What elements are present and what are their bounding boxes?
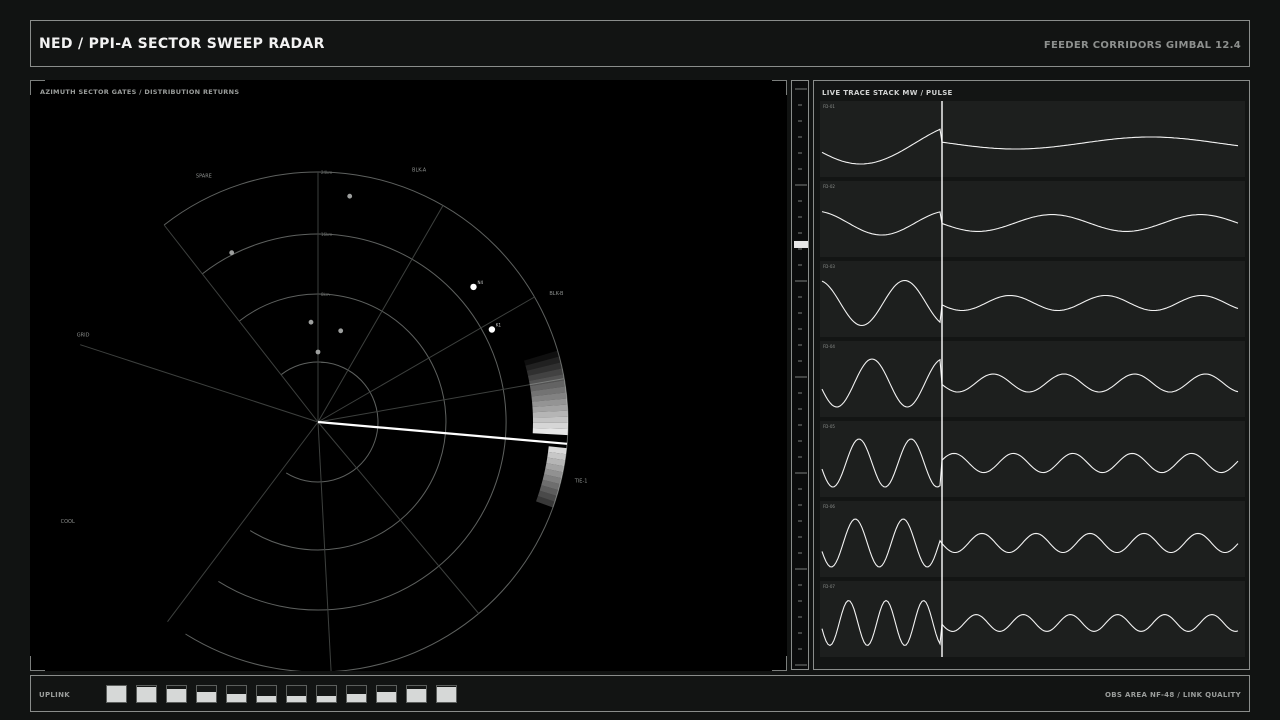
radar-contact xyxy=(338,328,344,334)
link-quality-meter xyxy=(286,685,307,703)
sector-label: BLK-B xyxy=(549,291,564,297)
sector-label: COOL xyxy=(61,519,75,525)
range-scale-bar[interactable] xyxy=(791,80,809,670)
trace-lane-label: FD-03 xyxy=(823,264,835,269)
trace-panel: LIVE TRACE STACK MW / PULSE FD-01 FD-02 FD… xyxy=(813,80,1250,670)
link-quality-meter xyxy=(376,685,397,703)
radar-panel[interactable]: AZIMUTH SECTOR GATES / DISTRIBUTION RETU… xyxy=(30,80,787,671)
link-quality-meter xyxy=(106,685,127,703)
sector-label: TIE-1 xyxy=(574,479,588,485)
sector-label: SPARE xyxy=(196,173,212,179)
sector-label: GRID xyxy=(77,333,90,339)
sweep-trail xyxy=(532,416,568,423)
scale-marker xyxy=(794,240,808,248)
trace-lane xyxy=(820,261,1245,337)
trace-lane-label: FD-07 xyxy=(823,584,835,589)
link-quality-fill xyxy=(437,686,456,702)
footer-bar: UPLINK OBS AREA NF-48 / LINK QUALITY xyxy=(30,675,1250,712)
link-quality-fill xyxy=(287,696,306,702)
radar-contact xyxy=(315,349,321,355)
sector-gate-line xyxy=(317,205,444,423)
trace-lane xyxy=(820,181,1245,257)
link-quality-fill xyxy=(107,686,126,702)
header-bar: NED / PPI-A SECTOR SWEEP RADAR FEEDER CO… xyxy=(30,20,1250,67)
sector-gate-line xyxy=(163,224,319,423)
radar-contact xyxy=(229,250,235,256)
link-quality-meter xyxy=(436,685,457,703)
link-quality-fill xyxy=(407,689,426,702)
sweep-beam xyxy=(317,420,568,445)
link-quality-meter xyxy=(316,685,337,703)
link-quality-fill xyxy=(347,694,366,702)
range-ring-label: 8km xyxy=(321,292,330,297)
trace-lane xyxy=(820,581,1245,657)
gimbal-readout: FEEDER CORRIDORS GIMBAL 12.4 xyxy=(1043,40,1241,51)
range-ring xyxy=(238,293,447,551)
link-quality-meter xyxy=(226,685,247,703)
range-ring-label: 24km xyxy=(321,170,332,175)
trace-lane xyxy=(820,501,1245,577)
link-quality-meter xyxy=(346,685,367,703)
link-quality-fill xyxy=(377,691,396,702)
sector-gate-line xyxy=(167,421,319,623)
trace-lane-label: FD-06 xyxy=(823,504,835,509)
link-quality-label: OBS AREA NF-48 / LINK QUALITY xyxy=(1105,691,1241,699)
contact-label: K1 xyxy=(496,323,502,328)
sector-gate-line xyxy=(80,344,319,423)
trace-lane-label: FD-05 xyxy=(823,424,835,429)
range-ring xyxy=(201,233,507,611)
sector-gate-line xyxy=(317,421,332,671)
link-quality-fill xyxy=(257,695,276,702)
link-quality-meter xyxy=(196,685,217,703)
trace-stack: FD-01 FD-02 FD-03 FD-04 FD-05 FD-06 FD-07 xyxy=(820,101,1245,657)
radar-contact xyxy=(308,319,314,325)
trace-lane-label: FD-01 xyxy=(823,104,835,109)
link-quality-meter xyxy=(166,685,187,703)
trace-lane-label: FD-02 xyxy=(823,184,835,189)
contact-label: N4 xyxy=(478,280,484,285)
link-quality-fill xyxy=(317,695,336,702)
range-ring-label: 16km xyxy=(321,232,332,237)
link-quality-fill xyxy=(227,694,246,702)
link-quality-fill xyxy=(167,689,186,702)
ppi-radar-scope[interactable]: — 8km 16km 24km SPARE BLK-A GRID BLK-B COOL TIE-1… xyxy=(30,80,787,671)
sweep-trail xyxy=(532,428,568,436)
sweep-trail xyxy=(532,422,568,429)
link-quality-meter xyxy=(406,685,427,703)
link-quality-fill xyxy=(137,686,156,702)
link-quality-fill xyxy=(197,691,216,702)
trace-lane-label: FD-04 xyxy=(823,344,835,349)
link-quality-meter xyxy=(136,685,157,703)
radar-contact xyxy=(347,193,353,199)
sector-gate-line xyxy=(317,421,480,614)
trace-lane xyxy=(820,341,1245,417)
link-quality-meter xyxy=(256,685,277,703)
page-title: NED / PPI-A SECTOR SWEEP RADAR xyxy=(39,36,325,52)
sector-label: BLK-A xyxy=(412,168,427,174)
uplink-label: UPLINK xyxy=(39,691,70,699)
range-ring xyxy=(163,171,569,671)
radar-contact xyxy=(470,283,477,291)
radar-contact xyxy=(488,326,496,333)
range-ring-label: — xyxy=(321,360,325,365)
range-scale-ticks xyxy=(794,88,808,666)
